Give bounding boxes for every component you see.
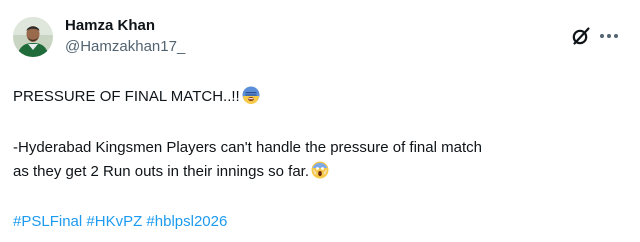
hashtag-link[interactable]: #hblpsl2026 <box>146 213 227 230</box>
author-info: Hamza Khan @Hamzakhan17_ <box>65 16 185 57</box>
hashtag-link[interactable]: #PSLFinal <box>13 213 82 230</box>
screaming-face-emoji-icon <box>311 161 329 179</box>
hashtag-link[interactable]: #HKvPZ <box>86 213 142 230</box>
anxious-face-emoji-icon <box>242 86 260 104</box>
tweet-card: Hamza Khan @Hamzakhan17_ PRESSURE OF FIN… <box>0 0 640 242</box>
author-display-name[interactable]: Hamza Khan <box>65 16 185 36</box>
grok-icon <box>572 27 590 45</box>
tweet-text-line: as they get 2 Run outs in their innings … <box>13 161 329 183</box>
user-avatar-icon <box>13 17 53 57</box>
more-options-icon <box>600 34 618 38</box>
hashtags-line: #PSLFinal #HKvPZ #hblpsl2026 <box>13 211 227 233</box>
tweet-text: as they get 2 Run outs in their innings … <box>13 163 310 180</box>
author-handle[interactable]: @Hamzakhan17_ <box>65 37 185 57</box>
tweet-text-line: PRESSURE OF FINAL MATCH..!! <box>13 86 260 108</box>
grok-button[interactable] <box>571 26 591 46</box>
author-avatar[interactable] <box>13 17 53 57</box>
tweet-text-line: -Hyderabad Kingsmen Players can't handle… <box>13 139 482 156</box>
more-options-button[interactable] <box>598 26 620 46</box>
tweet-text: PRESSURE OF FINAL MATCH..!! <box>13 88 240 105</box>
